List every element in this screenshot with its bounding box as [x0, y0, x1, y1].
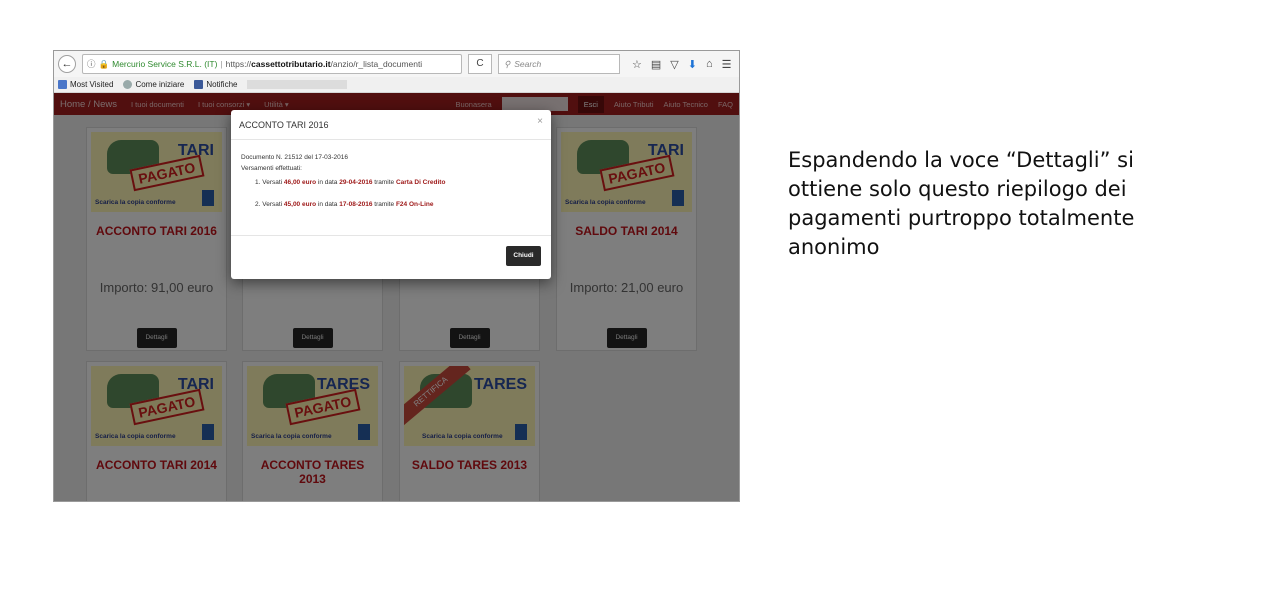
payment-date: 17-08-2016 — [339, 201, 373, 208]
url-host: cassettotributario.it — [251, 59, 331, 69]
search-input[interactable]: ⚲ Search — [498, 54, 620, 74]
close-icon[interactable]: × — [537, 116, 543, 127]
bookmark-label: Notifiche — [206, 80, 238, 89]
reload-icon[interactable]: C — [468, 54, 492, 74]
payment-details-modal: ACCONTO TARI 2016 × Documento N. 21512 d… — [231, 110, 551, 279]
payment-method: F24 On-Line — [395, 201, 434, 208]
download-icon[interactable]: ⬇ — [688, 58, 697, 71]
payment-text: tramite — [372, 201, 396, 208]
redacted-bookmarks — [247, 80, 348, 89]
url-divider: | — [220, 59, 223, 69]
search-placeholder: Search — [514, 59, 542, 69]
payment-date: 29-04-2016 — [339, 179, 373, 186]
facebook-icon — [194, 80, 204, 89]
search-icon: ⚲ — [504, 58, 511, 69]
payment-row: 1. Versati 46,00 euro in data 29-04-2016… — [255, 177, 541, 188]
document-line: Documento N. 21512 del 17-03-2016 — [241, 154, 348, 161]
caption-line: Espandendo la voce “Dettagli” si — [788, 148, 1134, 172]
modal-header: ACCONTO TARI 2016 × — [231, 110, 551, 140]
clipboard-icon[interactable]: ▤ — [651, 58, 661, 71]
caption-line: anonimo — [788, 235, 880, 259]
modal-body: Documento N. 21512 del 17-03-2016 Versam… — [231, 140, 551, 236]
browser-window: ← ⓘ 🔒 Mercurio Service S.R.L. (IT) | htt… — [53, 50, 740, 502]
slide-caption: Espandendo la voce “Dettagli” si ottiene… — [788, 146, 1208, 262]
browser-toolbar: ← ⓘ 🔒 Mercurio Service S.R.L. (IT) | htt… — [54, 51, 739, 77]
modal-footer: Chiudi — [231, 236, 551, 278]
bookmark-notifiche[interactable]: Notifiche — [194, 80, 237, 89]
bookmark-label: Come iniziare — [135, 80, 185, 89]
toolbar-icons: ☆ ▤ ▽ ⬇ ⌂ ☰ — [632, 58, 732, 71]
payment-row: 2. Versati 45,00 euro in data 17-08-2016… — [255, 199, 541, 210]
url-scheme: https:// — [225, 59, 252, 69]
bookmark-most-visited[interactable]: Most Visited — [58, 80, 113, 89]
modal-title: ACCONTO TARI 2016 — [239, 120, 329, 130]
payment-prefix: 2. Versati — [255, 201, 284, 208]
bookmark-icon — [58, 80, 67, 89]
menu-icon[interactable]: ☰ — [722, 58, 732, 71]
lock-icon: 🔒 — [98, 58, 110, 69]
home-icon[interactable]: ⌂ — [706, 58, 713, 71]
payment-amount: 45,00 euro — [283, 201, 317, 208]
site-identity[interactable]: Mercurio Service S.R.L. (IT) — [112, 59, 217, 69]
payment-method: Carta Di Credito — [395, 179, 446, 186]
slide: ← ⓘ 🔒 Mercurio Service S.R.L. (IT) | htt… — [0, 0, 1287, 607]
payment-amount: 46,00 euro — [283, 179, 317, 186]
bookmark-label: Most Visited — [70, 80, 114, 89]
payment-text: in data — [316, 179, 340, 186]
back-icon[interactable]: ← — [58, 55, 76, 73]
close-button[interactable]: Chiudi — [506, 246, 541, 266]
info-icon[interactable]: ⓘ — [87, 58, 96, 70]
star-icon[interactable]: ☆ — [632, 58, 642, 71]
url-path: /anzio/r_lista_documenti — [330, 59, 423, 69]
address-bar[interactable]: ⓘ 🔒 Mercurio Service S.R.L. (IT) | https… — [82, 54, 462, 74]
payment-text: tramite — [372, 179, 396, 186]
caption-line: ottiene solo questo riepilogo dei — [788, 177, 1127, 201]
payments-label: Versamenti effettuati: — [241, 165, 302, 172]
payment-text: in data — [316, 201, 340, 208]
bookmark-come-iniziare[interactable]: Come iniziare — [123, 80, 184, 89]
caption-line: pagamenti purtroppo totalmente — [788, 206, 1135, 230]
globe-icon — [123, 80, 133, 89]
pocket-icon[interactable]: ▽ — [670, 58, 678, 71]
bookmarks-toolbar: Most Visited Come iniziare Notifiche — [54, 77, 739, 93]
payment-prefix: 1. Versati — [255, 179, 284, 186]
